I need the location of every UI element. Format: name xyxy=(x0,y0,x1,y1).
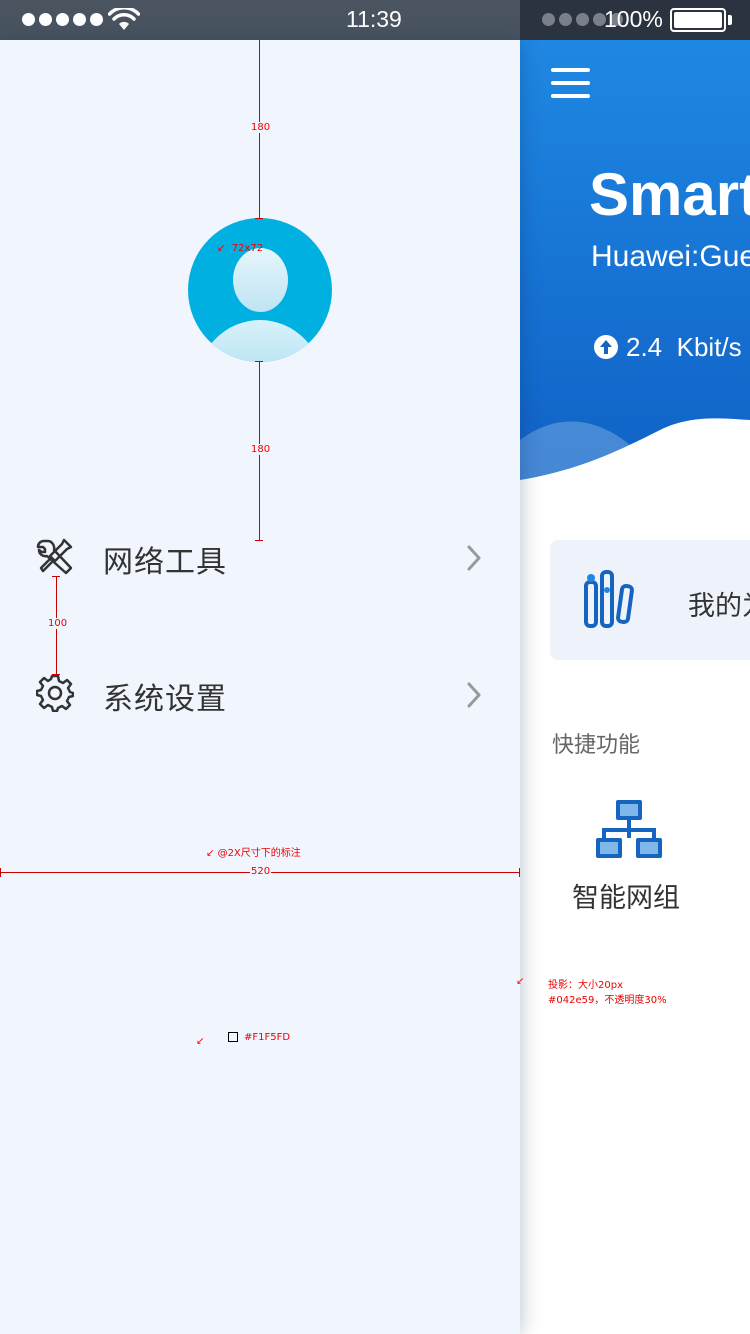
upload-speed-unit: Kbit/s xyxy=(676,332,742,362)
menu-item-label: 系统设置 xyxy=(103,683,227,716)
battery-percentage: 100% xyxy=(604,6,663,32)
spec-item-gap: 100 xyxy=(47,618,69,629)
avatar-body xyxy=(198,320,322,362)
status-bar-right: 100% xyxy=(520,0,750,40)
wifi-icon xyxy=(108,8,140,30)
network-topology-icon[interactable] xyxy=(596,798,662,858)
spec-scale-note: ↙ @2X尺寸下的标注 xyxy=(206,848,301,859)
header-wave xyxy=(520,418,750,520)
menu-item-system-settings[interactable]: 系统设置 xyxy=(0,654,520,734)
menu-item-network-tools[interactable]: 网络工具 xyxy=(0,517,520,597)
spec-swatch-arrow: ↙ xyxy=(196,1036,205,1047)
avatar[interactable] xyxy=(188,218,332,362)
gear-icon xyxy=(36,674,74,712)
page-title: Smart xyxy=(589,161,750,228)
signal-strength-icon xyxy=(22,13,103,26)
upload-speed-value: 2.4 xyxy=(626,332,663,362)
tools-icon xyxy=(36,538,73,575)
side-drawer: 网络工具 系统设置 xyxy=(0,40,520,1334)
spec-shadow-arrow: ↙ xyxy=(516,976,525,987)
status-time: 11:39 xyxy=(346,6,402,32)
spec-color-swatch xyxy=(228,1032,238,1042)
menu-item-label: 网络工具 xyxy=(103,546,227,579)
my-devices-card[interactable]: 我的为 xyxy=(550,540,750,660)
upload-speed: 2.4 Kbit/s xyxy=(626,332,742,363)
spec-shadow-note: 投影：大小20px #042e59，不透明度30% xyxy=(548,980,667,1006)
avatar-head xyxy=(233,248,288,312)
spec-top-gap: 180 xyxy=(250,122,272,133)
card-label: 我的为 xyxy=(688,591,750,621)
spec-bg-color: #F1F5FD xyxy=(244,1032,291,1043)
upload-arrow-icon xyxy=(594,335,618,359)
spec-tick xyxy=(52,674,60,675)
header-banner: Smart Huawei:Gue 2.4 Kbit/s xyxy=(520,40,750,520)
spec-tick xyxy=(0,868,1,877)
menu-icon[interactable] xyxy=(551,68,590,100)
quick-item-label: 智能网组 xyxy=(572,883,680,913)
chevron-right-icon xyxy=(467,545,481,571)
network-name: Huawei:Gue xyxy=(591,240,750,273)
spec-tick xyxy=(519,868,520,877)
status-bar-left: 11:39 xyxy=(0,0,520,40)
bar-stats-icon xyxy=(584,570,634,628)
battery-cap xyxy=(728,15,732,25)
main-page: Smart Huawei:Gue 2.4 Kbit/s 我的为 快捷功能 xyxy=(520,40,750,1334)
spec-tick xyxy=(255,218,263,219)
spec-avatar-size: ↙ 72x72 xyxy=(217,243,264,254)
battery-icon xyxy=(670,8,726,32)
section-title-quick: 快捷功能 xyxy=(552,732,641,757)
spec-drawer-width: 520 xyxy=(250,866,272,877)
spec-bottom-gap: 180 xyxy=(250,444,272,455)
chevron-right-icon xyxy=(467,682,481,708)
spec-tick xyxy=(255,540,263,541)
